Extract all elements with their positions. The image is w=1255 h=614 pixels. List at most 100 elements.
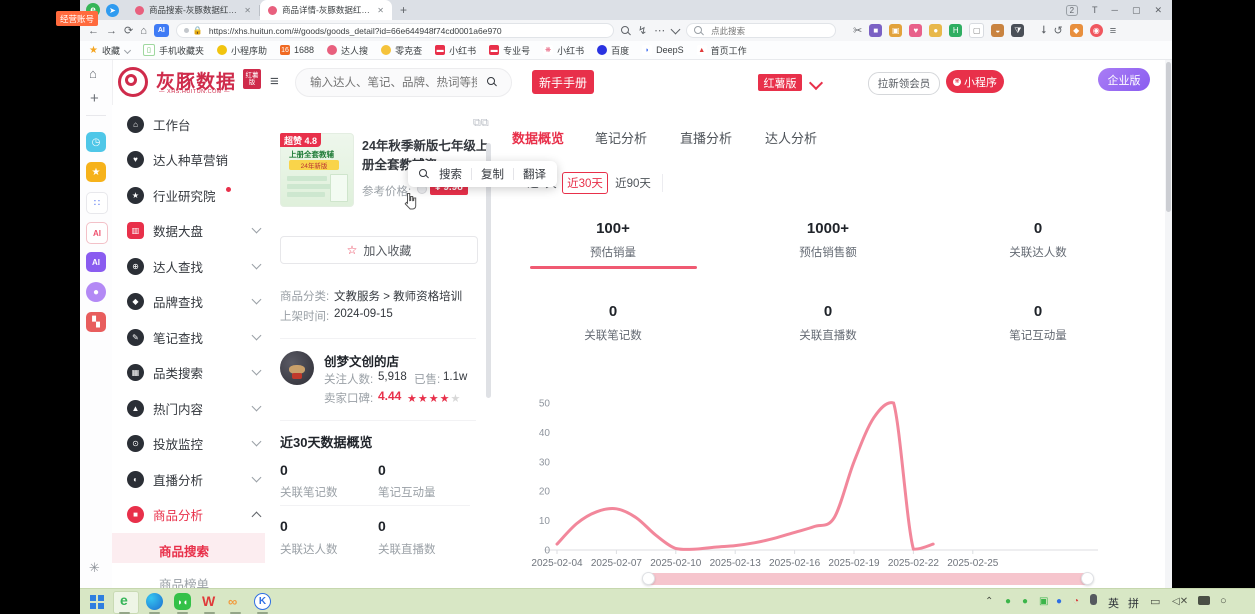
enterprise-button[interactable]: 企业版 xyxy=(1098,68,1150,91)
extension-blank-icon[interactable]: ▢ xyxy=(969,23,984,38)
more-tools-icon[interactable]: ⋯ xyxy=(654,24,665,37)
sidebar-item-category-search[interactable]: ▦品类搜索 xyxy=(127,362,260,382)
gamepad-app-icon[interactable]: ▚ xyxy=(86,312,106,332)
chevron-down-icon[interactable] xyxy=(671,24,681,34)
quick-search-box[interactable] xyxy=(686,23,836,38)
tray-sync-icon[interactable]: ◔ xyxy=(1073,596,1079,607)
bookmark-1688[interactable]: 161688 xyxy=(280,45,314,55)
refresh-icon[interactable]: ⟳ xyxy=(124,24,133,37)
compare-window-icon[interactable]: ⧉⧉ xyxy=(473,117,489,130)
sidebar-subitem-goods-search[interactable]: 商品搜索 xyxy=(159,541,209,560)
bookmark-daren-search[interactable]: 达人搜 xyxy=(327,44,368,57)
search-icon[interactable] xyxy=(487,77,499,89)
site-info-icon[interactable] xyxy=(184,28,189,33)
brush-handle-left[interactable] xyxy=(642,572,655,585)
scissors-icon[interactable]: ✂ xyxy=(853,24,862,37)
bookmark-favorites[interactable]: ★收藏 xyxy=(89,44,130,57)
sidebar-item-note-find[interactable]: ✎笔记查找 xyxy=(127,327,260,347)
collapse-sidebar-icon[interactable]: ≡ xyxy=(270,73,279,90)
shop-bag-icon[interactable]: ◆ xyxy=(1070,24,1083,37)
stat-interactions[interactable]: 0笔记互动量 xyxy=(938,303,1138,343)
popup-copy[interactable]: 复制 xyxy=(481,166,504,182)
minimize-icon[interactable]: ─ xyxy=(1112,5,1118,15)
profile-icon[interactable]: ◉ xyxy=(1090,24,1103,37)
sidebar-subitem-goods-rank[interactable]: 商品榜单 xyxy=(159,574,209,588)
molecule-app-icon[interactable]: ∷ xyxy=(86,192,108,214)
tab-close-icon[interactable]: ✕ xyxy=(244,6,251,15)
sidebar-item-seeding[interactable]: ♥达人种草营销 xyxy=(127,149,260,169)
taskbar-wechat-icon[interactable]: ◗◖ xyxy=(174,593,191,610)
tray-expand-icon[interactable]: ⌃ xyxy=(985,596,993,607)
history-icon[interactable]: ↺ xyxy=(1053,24,1062,37)
close-icon[interactable]: ✕ xyxy=(1154,5,1162,16)
messenger-icon[interactable]: ➤ xyxy=(106,4,119,17)
ai-purple-app-icon[interactable]: AI xyxy=(86,252,106,272)
bookmark-miniapp[interactable]: 小程序助 xyxy=(217,44,267,57)
add-favorite-button[interactable]: ☆ 加入收藏 xyxy=(280,236,478,264)
manual-button[interactable]: 新手手册 xyxy=(532,70,594,94)
ai-ring-app-icon[interactable]: AI xyxy=(86,222,108,244)
windows-start-button[interactable] xyxy=(90,595,104,609)
sidebar-item-dashboard[interactable]: ▥数据大盘 xyxy=(127,220,260,240)
home-icon[interactable]: ⌂ xyxy=(140,25,147,37)
invite-member-button[interactable]: 拉新领会员 xyxy=(868,72,940,95)
stat-est-sales[interactable]: 100+预估销量 xyxy=(513,220,713,260)
stat-lives[interactable]: 0关联直播数 xyxy=(728,303,928,343)
bookmark-mobile[interactable]: ▯手机收藏夹 xyxy=(143,44,204,57)
tray-shield-icon[interactable]: ▣ xyxy=(1039,596,1048,607)
miniapp-button[interactable]: ❋ 小程序 xyxy=(946,70,1004,93)
sidebar-item-live-analysis[interactable]: ◐直播分析 xyxy=(127,469,260,489)
menu-icon[interactable]: ≡ xyxy=(1110,25,1116,37)
ai-assistant-icon[interactable]: AI xyxy=(154,24,169,37)
tab-influencer-analysis[interactable]: 达人分析 xyxy=(765,128,817,147)
zoom-page-icon[interactable] xyxy=(621,26,631,36)
quick-search-input[interactable] xyxy=(709,25,828,37)
home-icon[interactable]: ⌂ xyxy=(89,66,97,81)
tab-goods-search[interactable]: 商品搜索-灰豚数据红薯版 ✕ xyxy=(127,0,259,20)
tray-green2-icon[interactable]: ● xyxy=(1022,596,1028,607)
app-search-bar[interactable] xyxy=(295,68,512,97)
extension-dog-icon[interactable]: ◒ xyxy=(991,24,1004,37)
theme-icon[interactable]: T xyxy=(1092,5,1098,15)
bookmark-xhs-tool[interactable]: ❋小红书 xyxy=(543,44,584,57)
stat-est-revenue[interactable]: 1000+预估销售额 xyxy=(728,220,928,260)
extension-case-icon[interactable]: ▣ xyxy=(889,24,902,37)
extension-user-icon[interactable]: ● xyxy=(929,24,942,37)
tab-live-analysis[interactable]: 直播分析 xyxy=(680,128,732,147)
sales-trend-chart[interactable]: 010203040502025-02-042025-02-072025-02-1… xyxy=(520,388,1120,572)
bookmark-xiaohongshu[interactable]: ▬小红书 xyxy=(435,44,476,57)
extensions-puzzle-icon[interactable]: ⧩ xyxy=(1011,24,1024,37)
stat-notes[interactable]: 0关联笔记数 xyxy=(513,303,713,343)
stat-influencers[interactable]: 0关联达人数 xyxy=(938,220,1138,260)
tab-close-icon[interactable]: ✕ xyxy=(377,6,384,15)
sidebar-item-hot-content[interactable]: ▲热门内容 xyxy=(127,398,260,418)
back-icon[interactable]: ← xyxy=(88,25,99,37)
address-bar[interactable]: 🔒 xyxy=(176,23,614,38)
violet-app-icon[interactable]: ● xyxy=(86,282,106,302)
url-input[interactable] xyxy=(207,25,606,37)
sidebar-item-brand-find[interactable]: ◆品牌查找 xyxy=(127,291,260,311)
taskbar-360-browser-icon[interactable]: e xyxy=(120,592,128,608)
bookmark-baidu[interactable]: 百度 xyxy=(597,44,629,57)
camera-icon[interactable] xyxy=(1198,596,1210,605)
version-tag[interactable]: 红薯版 xyxy=(758,74,802,91)
new-tab-icon[interactable]: + xyxy=(400,3,407,17)
account-floating-badge[interactable]: 经营账号 xyxy=(56,11,98,26)
touch-keyboard-icon[interactable]: ▭ xyxy=(1150,595,1160,608)
range-30d[interactable]: 近30天 xyxy=(562,172,608,194)
bookmark-homework[interactable]: ▲首页工作 xyxy=(697,44,747,57)
extension-h-icon[interactable]: H xyxy=(949,24,962,37)
range-90d[interactable]: 近90天 xyxy=(612,172,654,194)
downloads-icon[interactable]: ⭣ xyxy=(1041,24,1046,37)
tab-note-analysis[interactable]: 笔记分析 xyxy=(595,128,647,147)
bookmark-lingke[interactable]: 零克查 xyxy=(381,44,422,57)
sidebar-item-research[interactable]: ★行业研究院 xyxy=(127,185,260,205)
extension-purple-icon[interactable]: ■ xyxy=(869,24,882,37)
shop-avatar[interactable] xyxy=(280,351,314,385)
notification-bell-icon[interactable]: ○ xyxy=(1220,595,1227,607)
tab-goods-detail[interactable]: 商品详情-灰豚数据红薯版 ✕ xyxy=(260,0,392,20)
chart-brush[interactable] xyxy=(642,573,1094,586)
microphone-icon[interactable] xyxy=(1090,594,1097,605)
extension-pink-icon[interactable]: ♥ xyxy=(909,24,922,37)
popup-search[interactable]: 搜索 xyxy=(439,166,462,182)
